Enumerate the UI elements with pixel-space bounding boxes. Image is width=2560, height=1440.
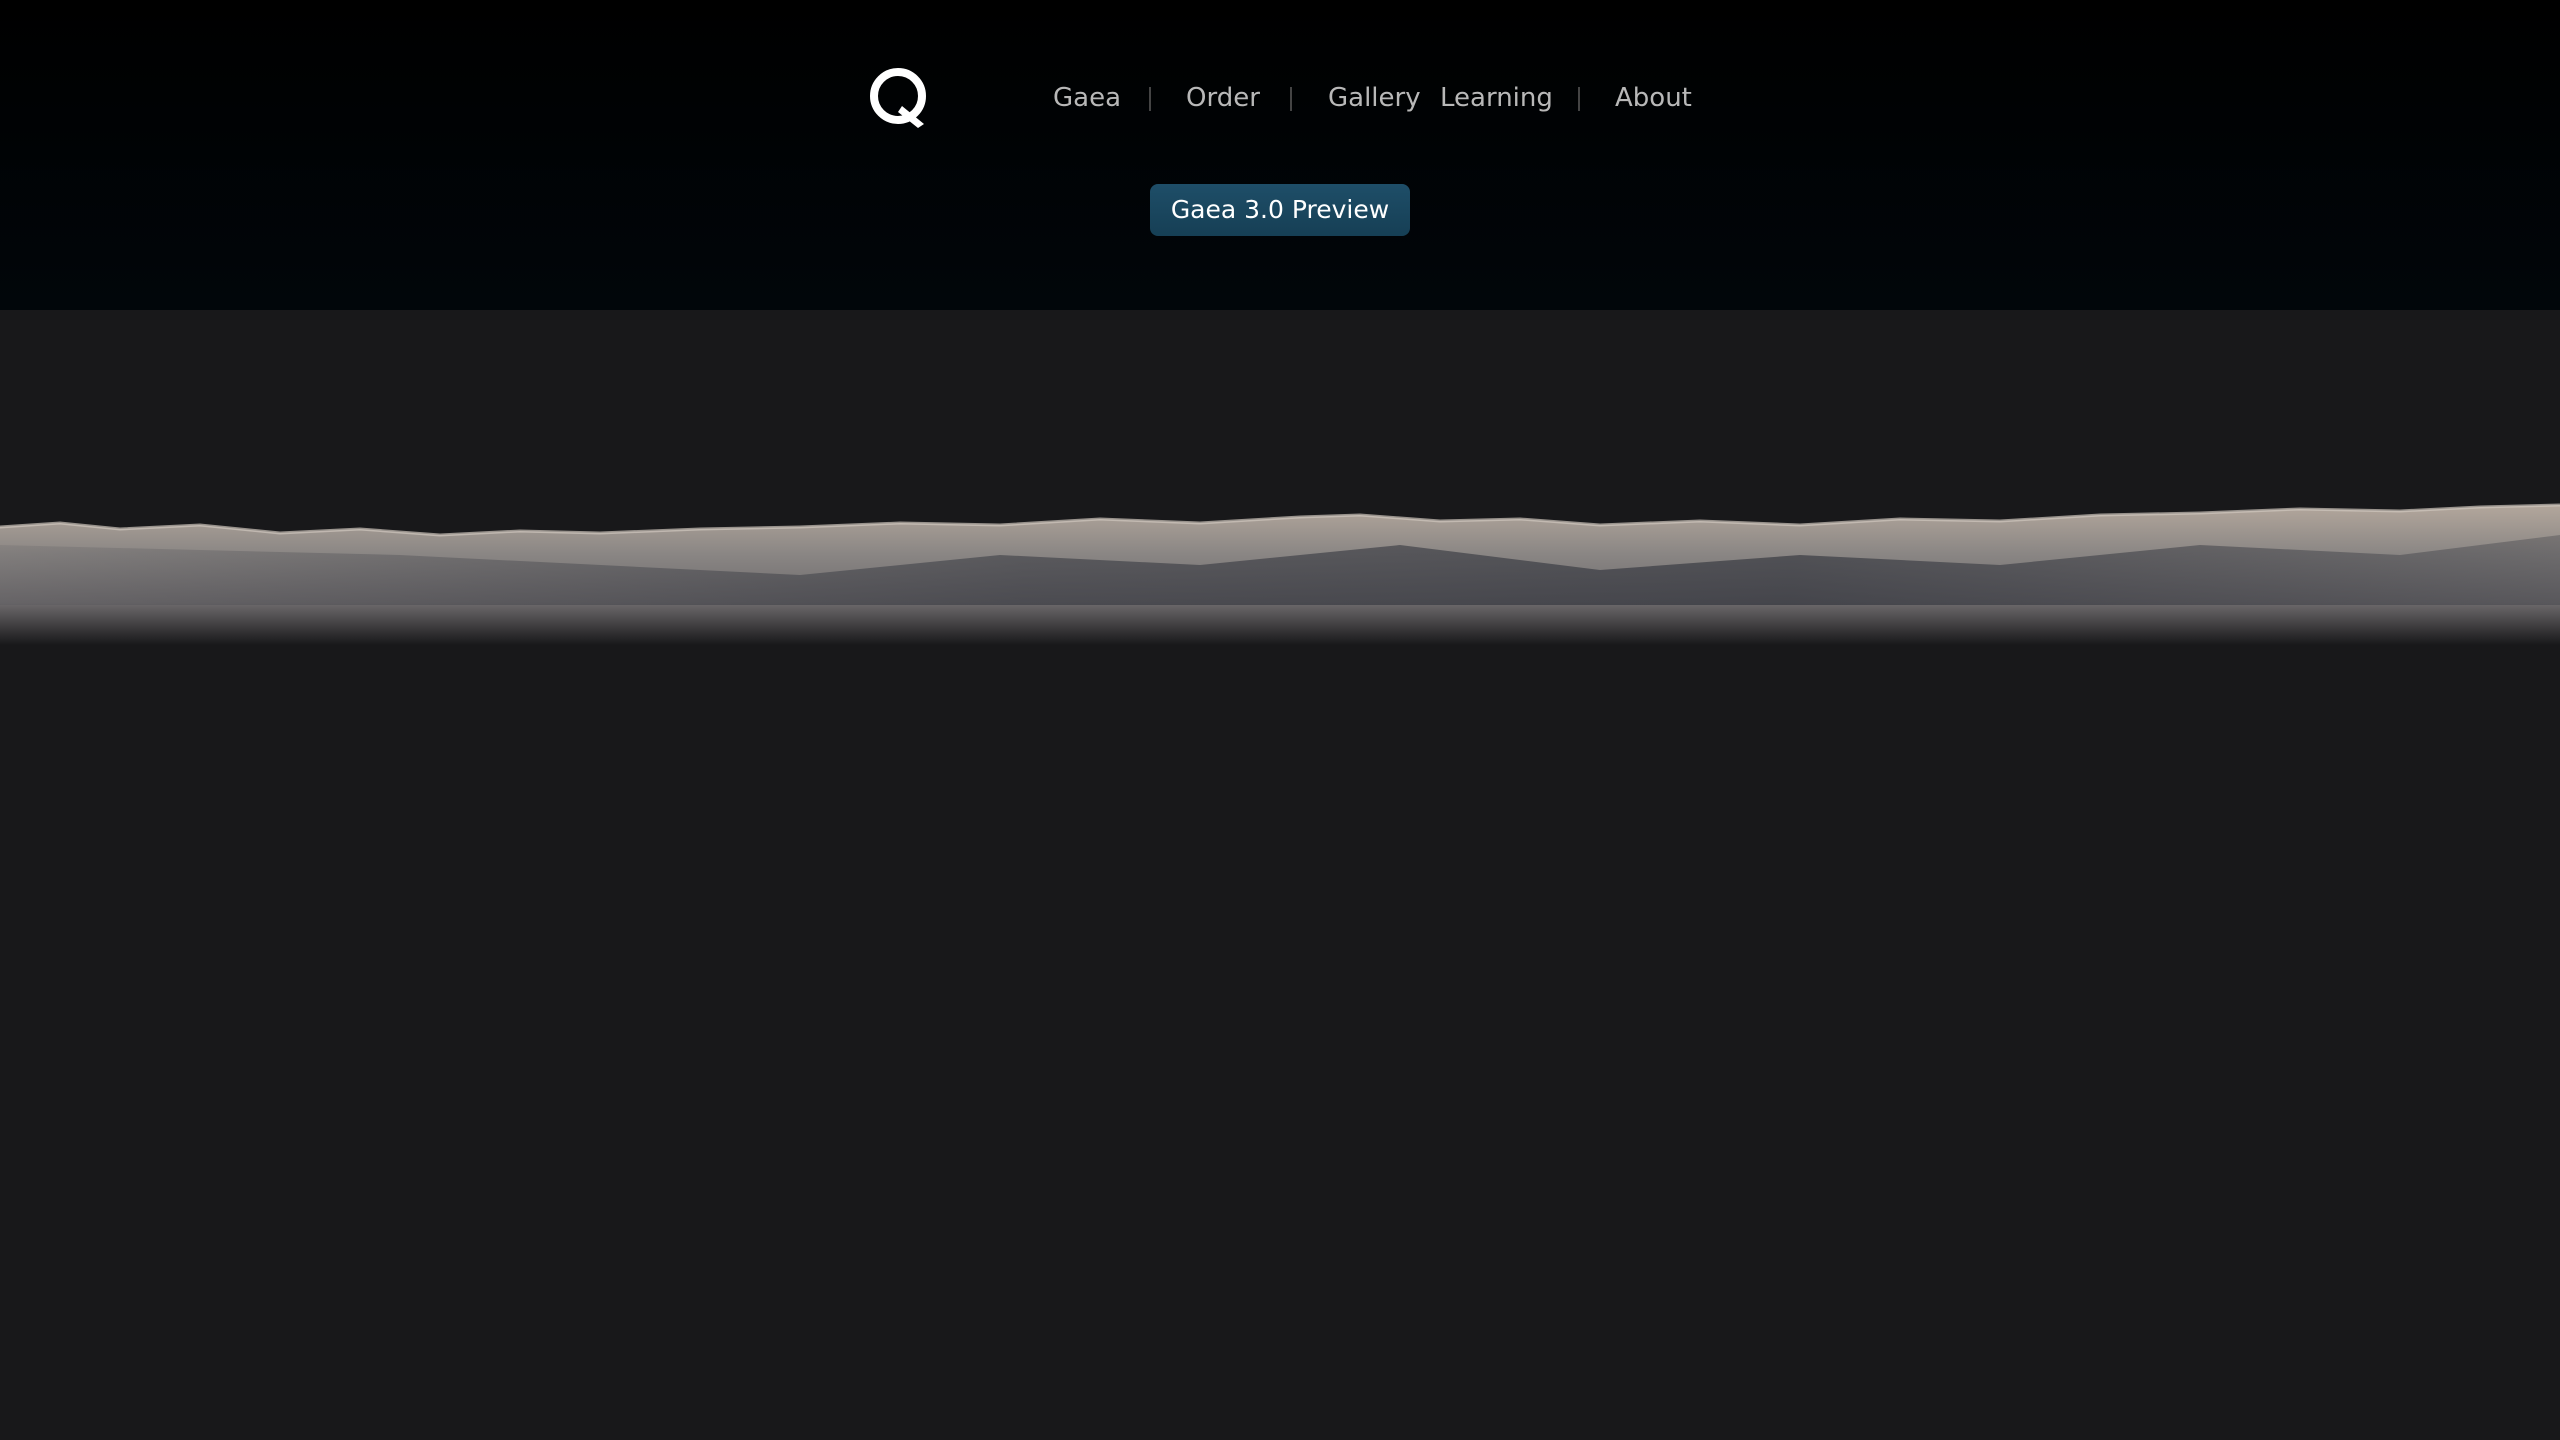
nav-gaea[interactable]: Gaea bbox=[1053, 78, 1121, 118]
nav-gallery[interactable]: Gallery bbox=[1328, 78, 1421, 118]
nav-divider bbox=[1290, 87, 1292, 111]
hero-section bbox=[0, 310, 2560, 1440]
nav-divider bbox=[1149, 87, 1151, 111]
nav-order[interactable]: Order bbox=[1186, 78, 1260, 118]
nav-about[interactable]: About bbox=[1615, 78, 1692, 118]
nav-divider bbox=[1578, 87, 1580, 111]
nav-learning[interactable]: Learning bbox=[1440, 78, 1553, 118]
site-header: Gaea Order Gallery Learning About Gaea 3… bbox=[0, 0, 2560, 310]
main-nav: Gaea Order Gallery Learning About bbox=[0, 78, 2560, 118]
gaea-preview-button[interactable]: Gaea 3.0 Preview bbox=[1150, 184, 1410, 236]
terrain-landscape-image bbox=[0, 503, 2560, 645]
